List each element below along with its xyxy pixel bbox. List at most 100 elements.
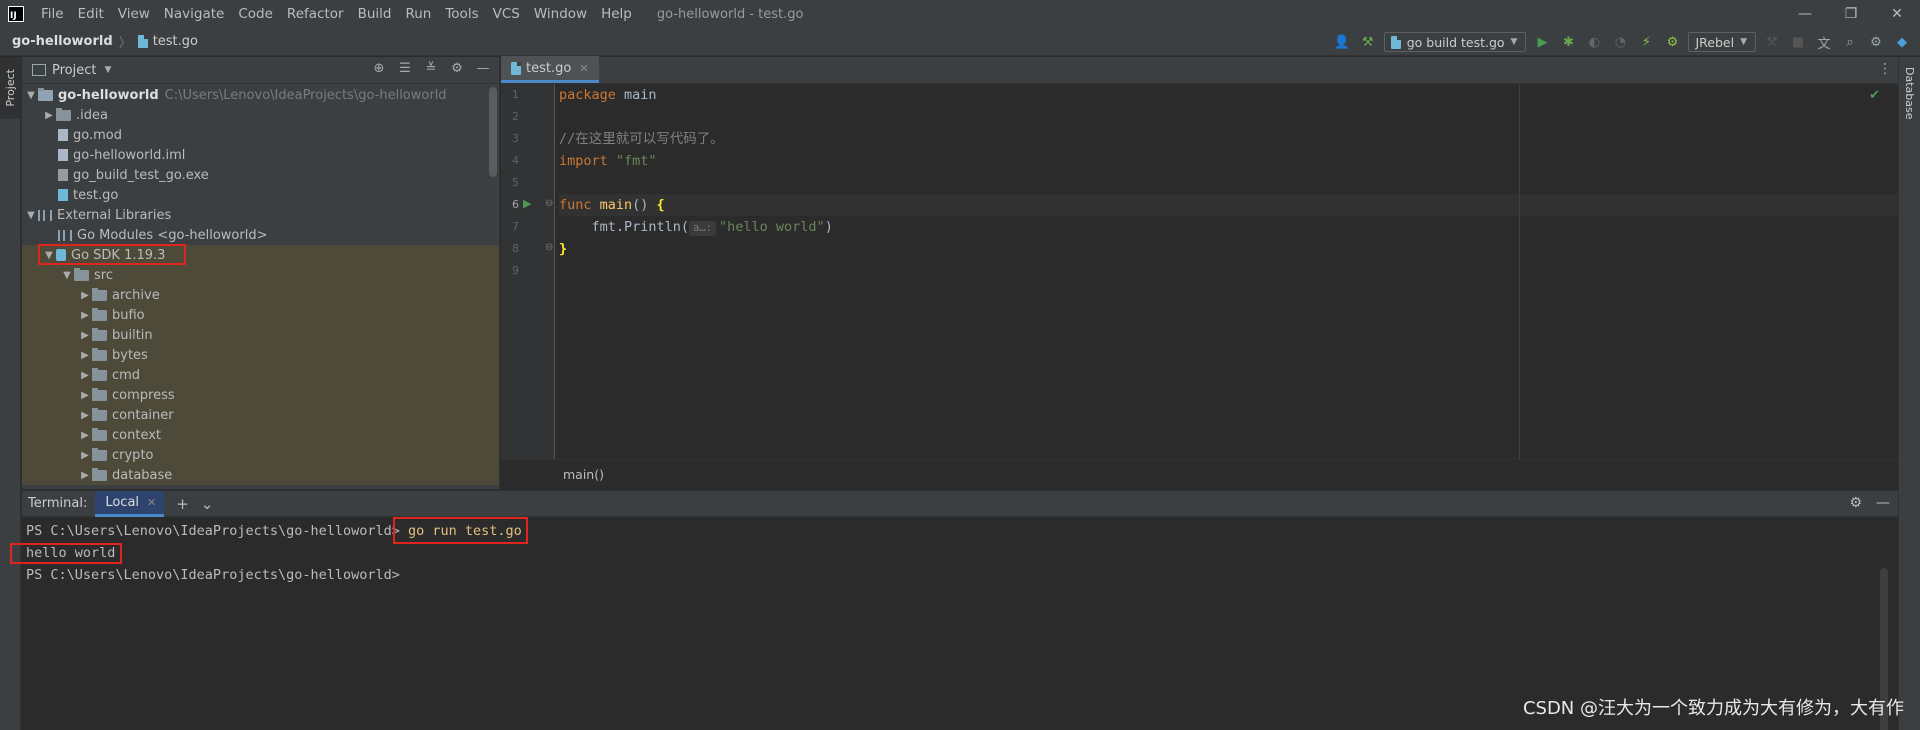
translate-icon[interactable]: 文 (1814, 32, 1834, 52)
close-button[interactable]: ✕ (1874, 0, 1920, 28)
editor-tab-test-go[interactable]: test.go ✕ (501, 56, 599, 83)
tree-item-external-libraries[interactable]: ▼ External Libraries (22, 205, 499, 225)
chevron-right-icon[interactable]: ▶ (78, 350, 92, 361)
build-hammer-icon[interactable]: ⚒ (1358, 32, 1378, 52)
menu-refactor[interactable]: Refactor (280, 6, 351, 22)
code-area[interactable]: package main //在这里就可以写代码了。 import "fmt" … (559, 84, 1898, 459)
line-number: 9 (512, 264, 519, 277)
chevron-right-icon[interactable]: ▶ (78, 430, 92, 441)
menu-edit[interactable]: Edit (71, 6, 111, 22)
menu-file[interactable]: File (34, 6, 71, 22)
tree-item-compress[interactable]: ▶ compress (22, 385, 499, 405)
chevron-down-icon[interactable]: ▼ (24, 90, 38, 101)
tree-item-go-mod[interactable]: go.mod (22, 125, 499, 145)
tree-item-go-sdk[interactable]: ▼ Go SDK 1.19.3 (22, 244, 499, 265)
line-number: 6 (512, 198, 519, 211)
chevron-right-icon[interactable]: ▶ (78, 450, 92, 461)
chevron-right-icon[interactable]: ▶ (78, 310, 92, 321)
iml-file-icon (58, 149, 68, 161)
tree-item-bytes[interactable]: ▶ bytes (22, 345, 499, 365)
menu-run[interactable]: Run (398, 6, 438, 22)
tree-item-builtin[interactable]: ▶ builtin (22, 325, 499, 345)
menu-vcs[interactable]: VCS (486, 6, 527, 22)
hide-panel-icon[interactable]: — (475, 61, 491, 79)
tree-item-src[interactable]: ▼ src (22, 265, 499, 285)
run-icon[interactable]: ▶ (1532, 32, 1552, 52)
jrebel-select[interactable]: JRebel ▼ (1688, 32, 1756, 52)
database-tool-tab[interactable]: Database (1903, 67, 1916, 120)
tree-item-archive[interactable]: ▶ archive (22, 285, 499, 305)
chevron-right-icon[interactable]: ▶ (42, 110, 56, 121)
expand-all-icon[interactable]: ☰ (397, 61, 413, 79)
window-controls: — ❐ ✕ (1782, 0, 1920, 28)
chevron-down-icon[interactable]: ▼ (104, 65, 111, 75)
close-icon[interactable]: ✕ (147, 496, 156, 509)
chevron-down-icon[interactable]: ▼ (24, 210, 38, 221)
project-tool-tab[interactable]: Project (0, 57, 21, 119)
project-scrollbar[interactable] (489, 87, 497, 177)
fold-icon[interactable]: ⊖ (545, 242, 553, 253)
minimize-button[interactable]: — (1782, 0, 1828, 28)
plugin-icon[interactable]: ◆ (1892, 32, 1912, 52)
locate-file-icon[interactable]: ⊕ (371, 61, 387, 79)
tree-item-crypto[interactable]: ▶ crypto (22, 445, 499, 465)
jrebel-run-icon[interactable]: ⚡ (1636, 32, 1656, 52)
more-options-icon[interactable]: ⋮ (1878, 61, 1892, 77)
tree-item-exe[interactable]: go_build_test_go.exe (22, 165, 499, 185)
close-icon[interactable]: ✕ (579, 62, 588, 75)
code-line-1: package main (559, 87, 657, 103)
chevron-right-icon[interactable]: ▶ (78, 390, 92, 401)
profile-icon[interactable]: ◔ (1610, 32, 1630, 52)
run-configuration-select[interactable]: go build test.go ▼ (1383, 32, 1527, 52)
tree-item-context[interactable]: ▶ context (22, 425, 499, 445)
menu-navigate[interactable]: Navigate (157, 6, 232, 22)
code-line-7: fmt.Println(a…: "hello world") (559, 219, 833, 236)
menu-code[interactable]: Code (231, 6, 280, 22)
project-view-title[interactable]: Project (52, 63, 96, 78)
breadcrumb-project[interactable]: go-helloworld (12, 34, 113, 49)
restore-button[interactable]: ❐ (1828, 0, 1874, 28)
settings-gear-icon[interactable]: ⚙ (449, 61, 465, 79)
search-icon[interactable]: ⌕ (1840, 32, 1860, 52)
debug-icon[interactable]: ✱ (1558, 32, 1578, 52)
add-terminal-icon[interactable]: + (176, 495, 189, 513)
tree-item-container[interactable]: ▶ container (22, 405, 499, 425)
chevron-right-icon[interactable]: ▶ (78, 470, 92, 481)
coverage-icon[interactable]: ◐ (1584, 32, 1604, 52)
hide-panel-icon[interactable]: — (1876, 495, 1890, 511)
fold-icon[interactable]: ⊖ (545, 198, 553, 209)
terminal-tab-local[interactable]: Local ✕ (95, 490, 165, 517)
chevron-right-icon[interactable]: ▶ (78, 370, 92, 381)
hammer-disabled-icon[interactable]: ⚒ (1762, 32, 1782, 52)
jrebel-debug-icon[interactable]: ⚙ (1662, 32, 1682, 52)
tree-item-test-go[interactable]: test.go (22, 185, 499, 205)
stop-icon[interactable]: ■ (1788, 32, 1808, 52)
user-icon[interactable]: 👤 (1332, 32, 1352, 52)
tree-item-cmd[interactable]: ▶ cmd (22, 365, 499, 385)
run-gutter-icon[interactable]: ▶ (523, 197, 531, 210)
tree-item-root[interactable]: ▼ go-helloworld C:\Users\Lenovo\IdeaProj… (22, 85, 499, 105)
chevron-right-icon[interactable]: ▶ (78, 330, 92, 341)
tree-item-idea[interactable]: ▶ .idea (22, 105, 499, 125)
settings-gear-icon[interactable]: ⚙ (1866, 32, 1886, 52)
tree-item-database[interactable]: ▶ database (22, 465, 499, 485)
chevron-right-icon[interactable]: ▶ (78, 290, 92, 301)
settings-gear-icon[interactable]: ⚙ (1849, 495, 1862, 511)
menu-help[interactable]: Help (594, 6, 639, 22)
tree-item-go-modules[interactable]: Go Modules <go-helloworld> (22, 225, 499, 245)
chevron-right-icon[interactable]: ▶ (78, 410, 92, 421)
menu-tools[interactable]: Tools (438, 6, 485, 22)
navigation-bar: go-helloworld 〉 test.go 👤 ⚒ go build tes… (0, 28, 1920, 56)
tree-item-iml[interactable]: go-helloworld.iml (22, 145, 499, 165)
tree-item-bufio[interactable]: ▶ bufio (22, 305, 499, 325)
chevron-down-icon[interactable]: ⌄ (201, 495, 214, 513)
menu-view[interactable]: View (111, 6, 157, 22)
breadcrumb-function[interactable]: main() (563, 467, 604, 482)
collapse-all-icon[interactable]: ≚ (423, 61, 439, 79)
terminal-tools: ⚙ — (1849, 495, 1890, 511)
menu-window[interactable]: Window (527, 6, 594, 22)
no-problems-check-icon[interactable]: ✔ (1869, 88, 1880, 103)
chevron-down-icon[interactable]: ▼ (60, 270, 74, 281)
menu-build[interactable]: Build (351, 6, 399, 22)
breadcrumb-file[interactable]: test.go (153, 34, 198, 49)
